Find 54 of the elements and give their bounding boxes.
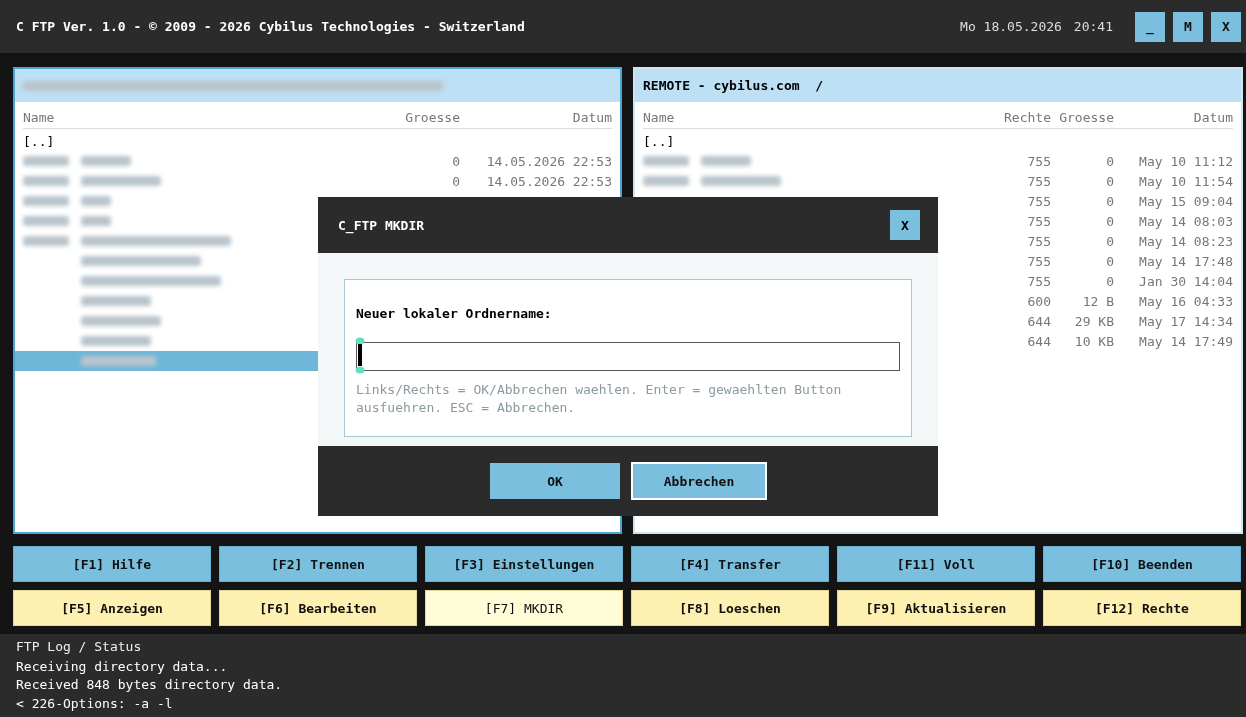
column-header: Name	[643, 109, 676, 125]
field-label: Neuer lokaler Ordnername:	[356, 306, 553, 321]
size-text: 0	[1105, 213, 1114, 229]
date-text: May 17 14:34	[1138, 313, 1233, 329]
date-text: May 14 08:03	[1138, 213, 1233, 229]
log-line: < 226-Options: -a -l	[16, 694, 174, 713]
size-text: 0	[1105, 153, 1114, 169]
rights-text: 755	[1026, 193, 1051, 209]
date-text: May 14 17:48	[1138, 253, 1233, 269]
size-text: 0	[1105, 253, 1114, 269]
size-text: 0	[1105, 233, 1114, 249]
parent-dir-text: [..]	[23, 133, 55, 149]
rights-text: 600	[1026, 293, 1051, 309]
size-text: 0	[1105, 273, 1114, 289]
size-text: 10 KB	[1073, 333, 1114, 349]
date-text: May 10 11:12	[1138, 153, 1233, 169]
date-text: May 15 09:04	[1138, 193, 1233, 209]
rights-text: 644	[1026, 333, 1051, 349]
date-text: May 16 04:33	[1138, 293, 1233, 309]
rights-text: 755	[1026, 233, 1051, 249]
date-text: 14.05.2026 22:53	[485, 153, 612, 169]
hint-text: Links/Rechts = OK/Abbrechen waehlen. Enter = gewaehlten Button ausfuehren. ESC = Abbrechen.	[356, 381, 843, 417]
window-title: C FTP Ver. 1.0 - © 2009 - 2026 Cybilus Technologies - Switzerland	[16, 19, 526, 34]
parent-dir-text: [..]	[643, 133, 675, 149]
rights-text: 755	[1026, 213, 1051, 229]
date-text: Jan 30 14:04	[1138, 273, 1233, 289]
column-header: Groesse	[404, 109, 460, 125]
rights-text: 755	[1026, 253, 1051, 269]
time-text: 20:41	[1073, 19, 1113, 34]
column-header: Datum	[571, 109, 612, 125]
date-text: 14.05.2026 22:53	[485, 173, 612, 189]
date-text: May 14 17:49	[1138, 333, 1233, 349]
log-line: Receiving directory data...	[16, 657, 229, 676]
dialog-title: C_FTP MKDIR	[338, 217, 425, 233]
column-header: Groesse	[1058, 109, 1114, 125]
size-text: 12 B	[1081, 293, 1114, 309]
date-text: Mo 18.05.2026	[960, 19, 1062, 34]
rights-text: 755	[1026, 273, 1051, 289]
log-line: Received 848 bytes directory data.	[16, 676, 284, 694]
date-text: May 10 11:54	[1138, 173, 1233, 189]
rights-text: 755	[1026, 173, 1051, 189]
rights-text: 755	[1026, 153, 1051, 169]
rights-text: 644	[1026, 313, 1051, 329]
size-text: 0	[451, 153, 460, 169]
date-text: May 14 08:23	[1138, 233, 1233, 249]
size-text: 0	[1105, 173, 1114, 189]
column-header: Name	[23, 109, 56, 125]
size-text: 29 KB	[1073, 313, 1114, 329]
pane-header: REMOTE - cybilus.com /	[635, 69, 1241, 102]
log-title: FTP Log / Status	[16, 638, 143, 656]
size-text: 0	[1105, 193, 1114, 209]
size-text: 0	[451, 173, 460, 189]
column-header: Rechte	[1003, 109, 1051, 125]
column-header: Datum	[1192, 109, 1233, 125]
